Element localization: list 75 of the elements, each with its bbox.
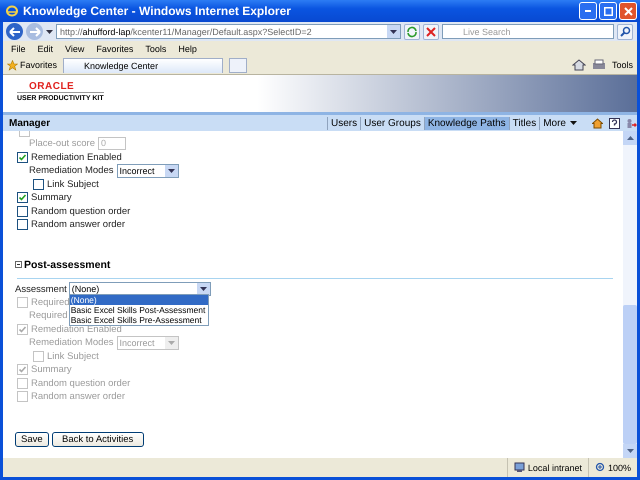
checkbox[interactable] (17, 152, 28, 163)
checkbox-label: Random answer order (31, 219, 125, 230)
checkbox-label: Summary (31, 364, 72, 376)
back-button[interactable] (6, 23, 23, 40)
menu-item[interactable]: View (65, 44, 84, 54)
checkbox[interactable] (17, 219, 28, 230)
checkbox[interactable] (17, 192, 28, 204)
logout-icon[interactable] (626, 118, 637, 128)
home-icon[interactable] (592, 118, 603, 128)
maximize-icon (604, 6, 612, 16)
close-icon (624, 6, 632, 16)
select-label: Remediation Modes (29, 165, 114, 176)
section-title: Manager (8, 118, 50, 128)
collapse-icon[interactable] (15, 261, 22, 268)
scroll-up-icon (626, 136, 634, 140)
caret-icon (200, 287, 207, 291)
scrollbar[interactable] (623, 131, 637, 458)
assessment-label: Assessment (15, 284, 67, 294)
dropdown-option[interactable]: (None) (70, 295, 208, 305)
printer-icon[interactable] (592, 59, 606, 71)
dropdown-option[interactable]: Basic Excel Skills Post-Assessment (70, 305, 208, 315)
caret-icon (168, 168, 174, 173)
minimize-icon (585, 10, 591, 12)
stop-button[interactable] (423, 24, 439, 40)
nav-tab[interactable]: More (539, 116, 580, 130)
address-field[interactable]: http://ahufford-lap/kcenter11/Manager/Default.aspx?SelectID=2 (56, 24, 401, 39)
field-label: Place-out score (29, 138, 96, 150)
checkbox-label: Random question order (31, 206, 130, 217)
checkbox-label: Required (31, 296, 70, 308)
tools-button[interactable]: Tools (612, 60, 633, 70)
menu-item[interactable]: Tools (145, 44, 166, 54)
close-button[interactable] (619, 2, 637, 20)
checkbox-label: Link Subject (47, 350, 99, 362)
search-icon[interactable] (617, 24, 633, 40)
caret-icon (390, 30, 397, 34)
checkbox-label: Random question order (31, 378, 130, 389)
browser-tab[interactable]: Knowledge Center (63, 58, 224, 72)
section-heading: Post-assessment (24, 258, 110, 270)
home-icon[interactable] (572, 59, 586, 71)
caret-icon (46, 30, 53, 34)
star-icon (7, 60, 18, 70)
caret-icon (570, 121, 577, 125)
favorites-button[interactable]: Favorites (7, 60, 58, 70)
zone-label: Local intranet (528, 462, 582, 472)
nav-tab[interactable]: Users (327, 116, 360, 130)
menu-item[interactable]: File (11, 44, 26, 54)
caret-icon (168, 340, 174, 345)
checkbox-label: Remediation Enabled (31, 152, 122, 163)
network-icon (514, 462, 526, 473)
refresh-button[interactable] (404, 24, 420, 40)
checkbox-label: Link Subject (47, 178, 99, 190)
menu-item[interactable]: Help (178, 44, 197, 54)
checkbox-label: Random answer order (31, 391, 125, 402)
zoom-icon[interactable] (594, 462, 606, 473)
browser-icon (5, 4, 19, 18)
nav-tab[interactable]: Titles (508, 116, 540, 130)
menu-item[interactable]: Favorites (96, 44, 134, 54)
scroll-down-icon (626, 449, 634, 453)
zoom-level[interactable]: 100% (608, 462, 631, 472)
oracle-logo: ORACLE (28, 81, 76, 92)
form-button[interactable]: Save (15, 432, 49, 446)
menu-item[interactable]: Edit (38, 44, 54, 54)
minimize-button[interactable] (579, 2, 597, 20)
select-label: Remediation Modes (29, 337, 114, 348)
checkbox[interactable] (33, 178, 44, 190)
modes-dropdown[interactable]: Incorrect (116, 164, 178, 178)
field-label: Required (29, 310, 68, 322)
help-icon[interactable] (609, 118, 620, 128)
nav-tab[interactable]: Knowledge Paths (424, 116, 509, 130)
dropdown-option[interactable]: Basic Excel Skills Pre-Assessment (70, 315, 208, 325)
window-title: Knowledge Center - Windows Internet Explorer (23, 4, 292, 18)
checkbox-label: Summary (31, 192, 72, 204)
form-button[interactable]: Back to Activities (52, 432, 144, 446)
maximize-button[interactable] (599, 2, 617, 20)
checkbox[interactable] (17, 206, 28, 217)
